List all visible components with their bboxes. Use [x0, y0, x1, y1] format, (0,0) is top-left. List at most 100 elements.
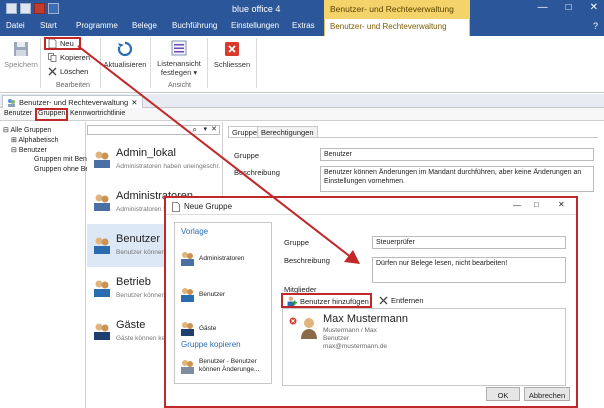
member-name: Max Mustermann [323, 313, 408, 325]
title-bar: blue office 4 Benutzer- und Rechteverwal… [0, 0, 604, 19]
document-tab-bar: Benutzer- und Rechteverwaltung ✕ [0, 94, 604, 108]
m-app-icon[interactable] [34, 3, 45, 14]
clear-icon[interactable]: ✕ [211, 125, 217, 133]
help-button[interactable]: ? [593, 21, 598, 31]
member-line-1: Mustermann / Max [323, 327, 377, 334]
entfernen-button[interactable]: Entfernen [379, 296, 424, 305]
schliessen-label: Schliessen [213, 60, 251, 69]
tree-node-label: Alphabetisch [18, 137, 59, 144]
divider [150, 38, 151, 88]
copy-icon [48, 53, 57, 62]
group-list-item[interactable]: Admin_lokal Administratoren haben uneinge… [87, 138, 223, 181]
group-name: Admin_lokal [116, 147, 176, 159]
dialog-close-button[interactable]: ✕ [558, 200, 565, 209]
users-icon [181, 287, 194, 302]
tab-datei[interactable]: Datei [6, 21, 25, 30]
subtab-benutzer[interactable]: Benutzer [4, 110, 32, 117]
group-label-bearbeiten: Bearbeiten [56, 82, 90, 89]
copy-group-line-2: können Änderunge... [199, 366, 260, 373]
tree-node-alle-gruppen[interactable]: ⊟ Alle Gruppen [3, 126, 51, 134]
speichern-label: Speichern [4, 60, 38, 69]
beschreibung-field[interactable]: Benutzer können Änderungen im Mandant du… [320, 166, 594, 192]
template-gaeste[interactable]: Gäste [179, 315, 271, 341]
group-tree: ⊟ Alle Gruppen ⊞ Alphabetisch ⊟ Benutzer… [0, 122, 99, 408]
group-name: Benutzer [116, 233, 161, 245]
aktualisieren-button[interactable]: Aktualisieren [103, 40, 147, 69]
minimize-button[interactable]: — [538, 2, 548, 13]
abbrechen-button[interactable]: Abbrechen [524, 387, 570, 401]
speichern-button[interactable]: Speichern [4, 40, 38, 69]
dialog-beschreibung-field[interactable]: Dürfen nur Belege lesen, nicht bearbeite… [372, 257, 566, 283]
blue-app-icon[interactable] [48, 3, 59, 14]
member-email: max@mustermann.de [323, 343, 388, 350]
highlight-neu [44, 37, 81, 50]
tree-node-label: Benutzer [18, 147, 47, 154]
gruppe-kopieren-heading: Gruppe kopieren [181, 340, 241, 349]
template-administratoren[interactable]: Administratoren [179, 245, 271, 271]
document-tab[interactable]: Benutzer- und Rechteverwaltung ✕ [2, 95, 143, 108]
neue-gruppe-dialog: Neue Gruppe — □ ✕ Vorlage Administratore… [164, 196, 578, 408]
document-icon[interactable] [20, 3, 31, 14]
loeschen-button[interactable]: Löschen [48, 67, 88, 76]
template-label: Administratoren [199, 254, 245, 262]
tab-extras[interactable]: Extras [292, 21, 315, 30]
listenansicht-button[interactable]: Listenansicht festlegen ▾ [154, 39, 204, 77]
group-search-input[interactable]: ⌕ ▾ ✕ [87, 125, 220, 135]
ok-button[interactable]: OK [486, 387, 520, 401]
group-users-icon [94, 151, 110, 168]
tab-einstellungen[interactable]: Einstellungen [231, 21, 279, 30]
copy-group-benutzer[interactable]: Benutzer - Benutzer können Änderunge... [179, 354, 271, 378]
tab-buchfuehrung[interactable]: Buchführung [172, 21, 217, 30]
close-window-button[interactable]: ✕ [590, 2, 598, 13]
close-red-icon [225, 42, 239, 56]
guests-icon [181, 321, 194, 336]
maximize-button[interactable]: □ [566, 2, 572, 13]
tab-start[interactable]: Start [40, 21, 57, 30]
close-tab-icon[interactable]: ✕ [131, 98, 137, 107]
tab-benutzer-rechteverwaltung[interactable]: Benutzer- und Rechteverwaltung [324, 19, 470, 36]
member-list: Max Mustermann Mustermann / Max Benutzer… [282, 308, 566, 386]
tree-node-benutzer[interactable]: ⊟ Benutzer [11, 146, 47, 154]
document-tab-label: Benutzer- und Rechteverwaltung [19, 97, 129, 107]
dialog-title-bar: Neue Gruppe — □ ✕ [166, 198, 576, 215]
tab-belege[interactable]: Belege [132, 21, 157, 30]
tree-node-label: Alle Gruppen [10, 127, 52, 134]
refresh-icon [117, 41, 133, 57]
label-beschreibung: Beschreibung [234, 168, 280, 177]
divider [40, 38, 41, 88]
tab-programme[interactable]: Programme [76, 21, 118, 30]
member-item[interactable]: Max Mustermann Mustermann / Max Benutzer… [283, 311, 565, 355]
divider [100, 38, 101, 88]
dialog-label-gruppe: Gruppe [284, 238, 310, 247]
list-view-icon [171, 40, 187, 56]
dialog-minimize-button[interactable]: — [513, 201, 521, 210]
entfernen-label: Entfernen [391, 296, 424, 305]
kopieren-label: Kopieren [60, 53, 91, 62]
kopieren-button[interactable]: Kopieren [48, 53, 90, 62]
schliessen-button[interactable]: Schliessen [211, 40, 253, 69]
group-users-icon [94, 194, 110, 211]
save-icon[interactable] [6, 3, 17, 14]
dialog-maximize-button[interactable]: □ [534, 200, 539, 209]
tree-node-alphabetisch[interactable]: ⊞ Alphabetisch [11, 136, 59, 144]
listenansicht-label-1: Listenansicht [157, 59, 201, 68]
group-users-icon [94, 323, 110, 340]
dialog-gruppe-field[interactable]: Steuerprüfer [372, 236, 566, 249]
group-description: Administratoren haben uneingeschr... [116, 163, 220, 170]
template-benutzer[interactable]: Benutzer [179, 281, 271, 307]
gruppe-field[interactable]: Benutzer [320, 148, 594, 161]
users-icon [181, 359, 194, 374]
remove-x-icon [379, 296, 388, 305]
listenansicht-label-2: festlegen ▾ [160, 68, 198, 77]
group-users-icon [94, 237, 110, 254]
subtab-kennwortrichtlinie[interactable]: Kennwortrichtlinie [70, 110, 125, 117]
delete-x-icon [48, 67, 57, 76]
app-title: blue office 4 [232, 4, 281, 14]
remove-member-icon[interactable] [289, 317, 297, 325]
quick-access-toolbar [6, 3, 59, 14]
document-icon [172, 202, 180, 212]
copy-group-label: Benutzer - Benutzer können Änderunge... [199, 358, 259, 374]
divider [207, 38, 208, 88]
admin-users-icon [181, 251, 194, 266]
dialog-title: Neue Gruppe [184, 202, 233, 211]
